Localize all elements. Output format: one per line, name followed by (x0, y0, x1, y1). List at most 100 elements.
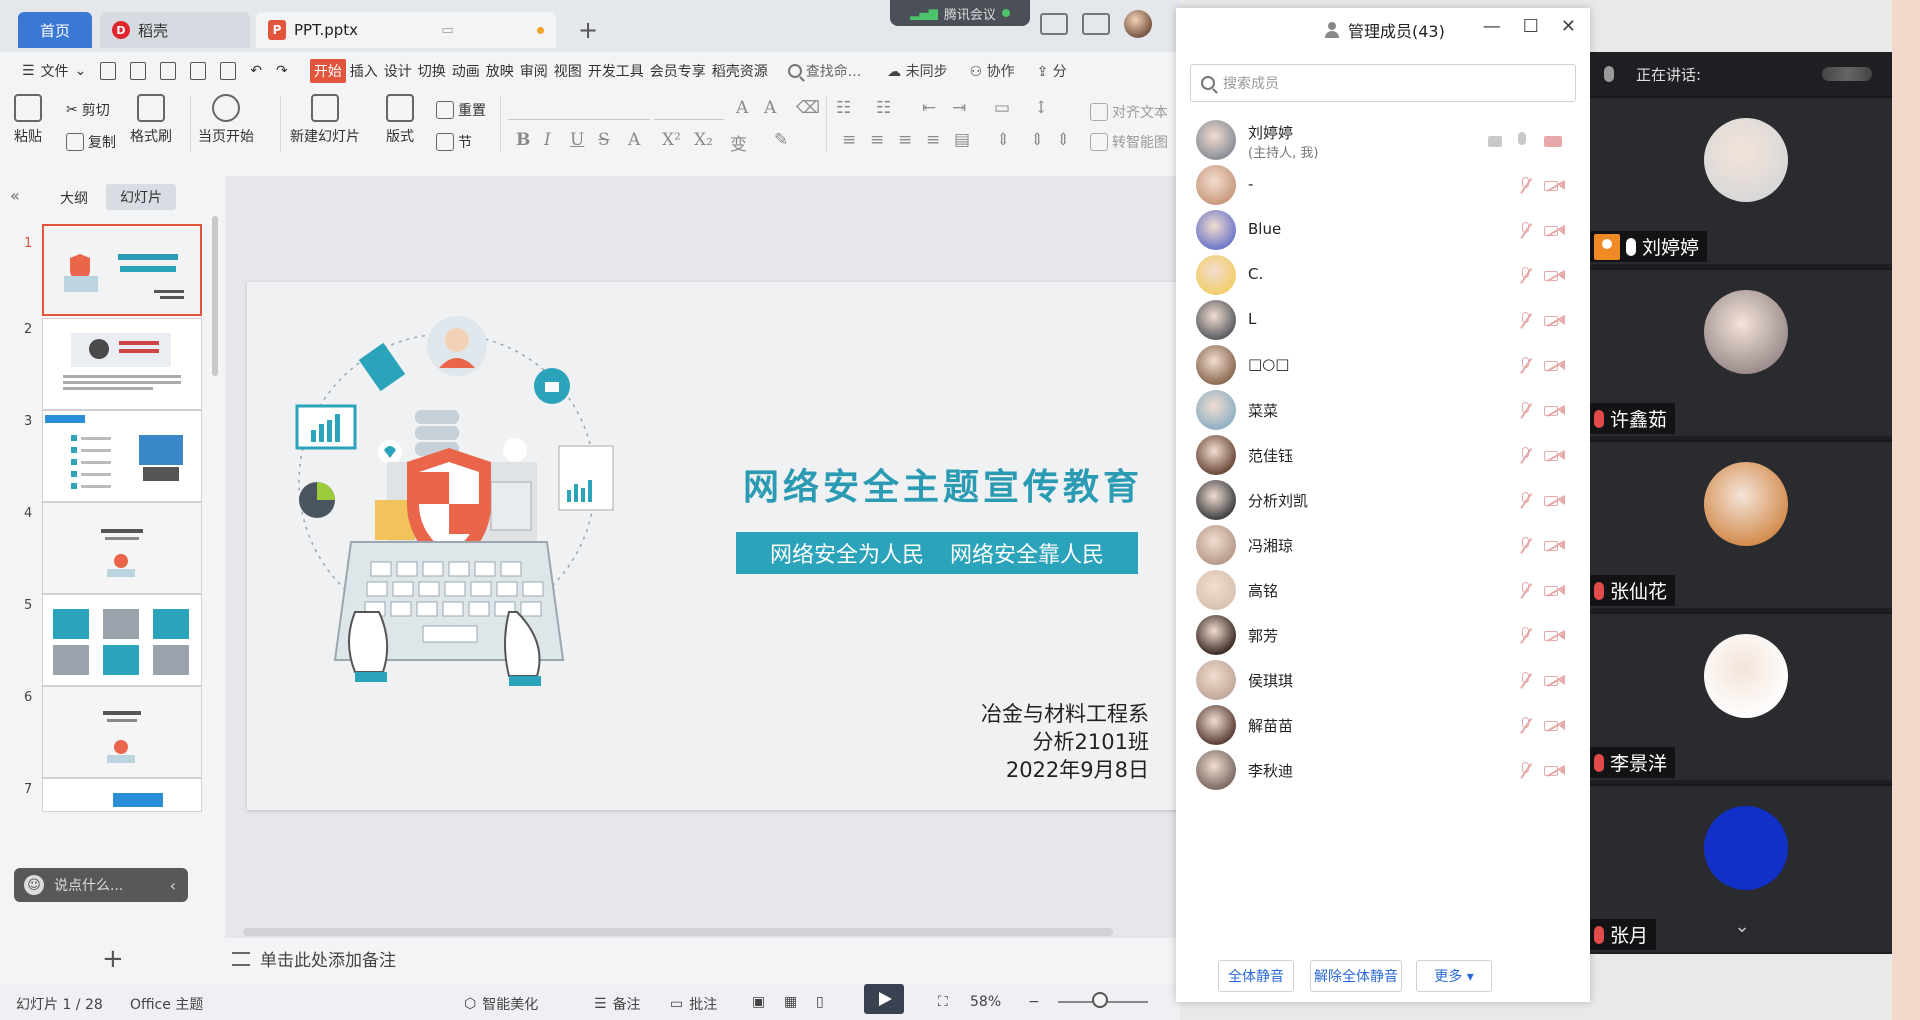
align-text-button[interactable]: 对齐文本 (1090, 102, 1168, 122)
mic-muted-icon[interactable] (1516, 402, 1534, 420)
slideshow-play-button[interactable] (864, 984, 904, 1014)
shrink-font-icon[interactable]: A (764, 98, 776, 118)
notes-toggle-button[interactable]: ☰ 备注 (594, 994, 641, 1014)
reset-button[interactable]: 重置 (436, 100, 486, 120)
monitor-icon[interactable]: ▭ (441, 23, 453, 38)
zoom-level[interactable]: 58% (970, 994, 1001, 1010)
copy-button[interactable]: 复制 (66, 132, 116, 152)
zoom-out-icon[interactable]: − (1028, 994, 1040, 1010)
close-icon[interactable]: ✕ (1561, 16, 1576, 37)
increase-indent-icon[interactable]: ⇥ (952, 98, 966, 118)
file-menu[interactable]: ☰ 文件 ⌄ (22, 61, 86, 81)
new-slide-button[interactable]: 新建幻灯片 (290, 94, 360, 146)
print-icon[interactable] (190, 62, 207, 80)
collab-button[interactable]: ⚇ 协作 (970, 61, 1015, 81)
camera-off-icon[interactable] (1544, 674, 1566, 688)
member-row[interactable]: 李秋迪 (1176, 744, 1590, 799)
justify-icon[interactable]: ≡ (926, 130, 940, 150)
menu-item[interactable]: 插入 (350, 61, 378, 81)
font-color-icon[interactable]: A (628, 130, 640, 150)
video-tile[interactable]: 张仙花 (1590, 440, 1892, 608)
align-right-icon[interactable]: ≡ (898, 130, 912, 150)
chevron-left-icon[interactable]: ‹ (170, 876, 176, 895)
member-search-input[interactable]: 搜索成员 (1190, 64, 1576, 102)
format-painter-button[interactable]: 格式刷 (130, 94, 172, 146)
horizontal-scrollbar[interactable] (243, 928, 1113, 936)
new-file-icon[interactable] (100, 62, 117, 80)
camera-off-icon[interactable] (1544, 584, 1566, 598)
mic-muted-icon[interactable] (1516, 312, 1534, 330)
line-spacing-icon[interactable]: ↕ (1034, 98, 1048, 118)
align-left-icon[interactable]: ≡ (842, 130, 856, 150)
mic-muted-icon[interactable] (1516, 267, 1534, 285)
menu-item[interactable]: 视图 (554, 61, 582, 81)
more-button[interactable]: 更多 ▾ (1416, 960, 1492, 992)
text-direction-icon[interactable]: ▭ (994, 98, 1010, 118)
tab-document[interactable]: P PPT.pptx ▭ (256, 12, 556, 48)
mic-muted-icon[interactable] (1516, 627, 1534, 645)
screen-share-icon[interactable] (1488, 136, 1502, 147)
current-slide[interactable]: 网络安全主题宣传教育 网络安全为人民 网络安全靠人民 冶金与材料工程系 分析21… (247, 282, 1180, 810)
camera-off-icon[interactable] (1544, 314, 1566, 328)
phonetic-icon[interactable]: 变 (730, 130, 747, 155)
camera-off-icon[interactable] (1544, 719, 1566, 733)
slide-info-block[interactable]: 冶金与材料工程系 分析2101班 2022年9月8日 (981, 700, 1149, 784)
slide-thumbnail-1[interactable] (42, 224, 202, 316)
layout-icon[interactable] (1040, 13, 1068, 35)
new-tab-button[interactable]: + (570, 12, 606, 48)
fit-window-icon[interactable]: ⛶ (938, 994, 948, 1010)
smart-beautify-button[interactable]: ⬡ 智能美化 (464, 994, 538, 1014)
superscript-icon[interactable]: X² (662, 130, 681, 150)
camera-icon[interactable] (1544, 136, 1562, 147)
grow-font-icon[interactable]: A (736, 98, 748, 118)
tab-slides[interactable]: 幻灯片 (106, 184, 176, 210)
camera-off-icon[interactable] (1544, 539, 1566, 553)
slide-thumbnail-7[interactable] (42, 778, 202, 812)
smile-icon[interactable]: ☺ (24, 875, 44, 895)
strikethrough-icon[interactable]: S (598, 130, 610, 150)
camera-off-icon[interactable] (1544, 494, 1566, 508)
sorter-view-icon[interactable]: ▦ (784, 994, 797, 1010)
thumbnail-scrollbar[interactable] (212, 216, 218, 376)
slide-thumbnail-3[interactable] (42, 410, 202, 502)
microphone-icon[interactable] (1518, 132, 1526, 145)
menu-item[interactable]: 审阅 (520, 61, 548, 81)
line-spacing2-icon[interactable]: ⇕ (1030, 130, 1044, 150)
expand-tiles-button[interactable]: ⌄ (1710, 912, 1774, 940)
chat-input[interactable]: ☺ 说点什么... ‹ (14, 868, 188, 902)
highlight-icon[interactable]: ✎ (774, 130, 788, 150)
distribute-icon[interactable]: ▤ (954, 130, 970, 150)
mic-muted-icon[interactable] (1516, 222, 1534, 240)
camera-off-icon[interactable] (1544, 764, 1566, 778)
mic-muted-icon[interactable] (1516, 447, 1534, 465)
tab-home[interactable]: 首页 (18, 12, 92, 48)
video-tile[interactable]: 刘婷婷 (1590, 96, 1892, 264)
section-button[interactable]: 节 (436, 132, 472, 152)
save-icon[interactable] (130, 62, 147, 80)
camera-off-icon[interactable] (1544, 404, 1566, 418)
camera-off-icon[interactable] (1544, 449, 1566, 463)
underline-icon[interactable]: U (570, 130, 584, 150)
menu-start[interactable]: 开始 (309, 59, 346, 83)
slide-thumbnail-2[interactable] (42, 318, 202, 410)
export-pdf-icon[interactable] (160, 62, 177, 80)
font-family-select[interactable] (508, 98, 650, 120)
camera-off-icon[interactable] (1544, 269, 1566, 283)
share-button[interactable]: ⇪ 分 (1037, 61, 1067, 81)
add-slide-button[interactable]: + (102, 944, 124, 974)
menu-item[interactable]: 动画 (452, 61, 480, 81)
numbering-icon[interactable]: ☷ (876, 98, 891, 118)
minimize-icon[interactable]: — (1483, 16, 1501, 37)
paste-button[interactable]: 粘贴 (14, 94, 42, 146)
notes-area[interactable]: 单击此处添加备注 (232, 946, 396, 971)
sync-button[interactable]: ☁ 未同步 (887, 61, 947, 81)
normal-view-icon[interactable]: ▣ (752, 994, 765, 1010)
user-avatar[interactable] (1124, 10, 1152, 38)
print-preview-icon[interactable] (220, 62, 237, 80)
mic-muted-icon[interactable] (1516, 717, 1534, 735)
tab-docer[interactable]: D 稻壳 (100, 12, 250, 48)
redo-icon[interactable]: ↷ (276, 63, 288, 79)
tencent-meeting-pill[interactable]: ▂▄▆ 腾讯会议 (890, 0, 1030, 26)
font-size-select[interactable] (654, 98, 724, 120)
layout-button[interactable]: 版式 (386, 94, 414, 146)
